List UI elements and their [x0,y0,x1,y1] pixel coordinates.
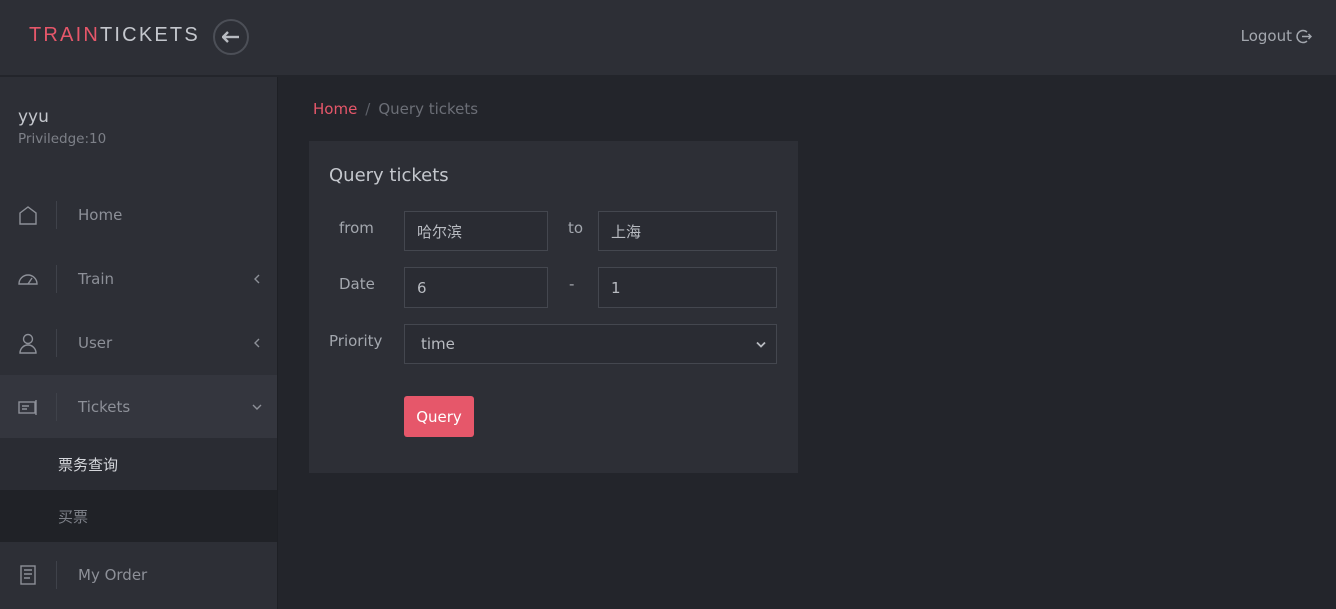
sidebar-item-tickets[interactable]: Tickets [0,375,277,439]
from-label: from [339,219,374,237]
divider [56,561,57,589]
chevron-left-icon [254,274,260,284]
day-value: 1 [611,278,621,297]
brand-rest-text: TICKETS [100,24,200,46]
sidebar-subitem-label: 票务查询 [58,455,119,474]
user-icon [19,333,37,354]
sidebar-border [277,77,278,609]
sidebar-item-label: User [78,334,113,352]
month-value: 6 [417,278,427,297]
divider [56,201,57,229]
brand-accent-text: TRAIN [29,24,100,46]
date-label: Date [339,275,375,293]
chevron-down-icon [756,341,766,348]
date-separator: - [569,275,575,293]
chevron-left-icon [254,338,260,348]
to-label: to [568,219,584,237]
divider [56,329,57,357]
sidebar-item-label: Home [78,206,123,224]
from-station-input[interactable]: 哈尔滨 [404,211,548,251]
breadcrumb: Home / Query tickets [313,100,478,118]
month-input[interactable]: 6 [404,267,548,308]
sidebar-item-home[interactable]: Home [0,183,277,247]
breadcrumb-separator: / [365,100,371,118]
user-profile: yyu Priviledge:10 [18,107,106,147]
query-tickets-panel: Query tickets from 哈尔滨 to 上海 Date 6 - 1 … [309,141,798,473]
sidebar-item-train[interactable]: Train [0,247,277,311]
sidebar-subitem-query[interactable]: 票务查询 [0,438,277,490]
day-input[interactable]: 1 [598,267,777,308]
brand-logo[interactable]: TRAINTICKETS [29,24,200,47]
panel-title: Query tickets [329,165,449,186]
to-station-input[interactable]: 上海 [598,211,777,251]
sidebar-toggle-button[interactable] [213,19,249,55]
divider [56,265,57,293]
breadcrumb-home-link[interactable]: Home [313,100,357,118]
logout-icon [1296,29,1312,43]
sidebar-item-label: Tickets [78,398,131,416]
priority-value: time [421,335,455,353]
top-header: TRAINTICKETS Logout [0,0,1336,76]
speedometer-icon [18,274,38,285]
user-name: yyu [18,107,49,127]
priority-select[interactable]: time [404,324,777,364]
sidebar: yyu Priviledge:10 Home Train User Ticket… [0,77,277,609]
to-station-value: 上海 [611,222,642,241]
chevron-down-icon [252,404,262,410]
ticket-icon [18,400,37,415]
logout-button[interactable]: Logout [1241,27,1312,45]
arrow-left-icon [222,31,239,43]
order-icon [20,565,36,585]
logout-label: Logout [1240,27,1292,45]
sidebar-item-label: My Order [78,566,148,584]
sidebar-item-my-order[interactable]: My Order [0,543,277,607]
sidebar-subitem-label: 买票 [58,507,89,526]
priority-label: Priority [329,332,383,350]
from-station-value: 哈尔滨 [417,222,463,241]
query-button[interactable]: Query [404,396,474,437]
sidebar-item-user[interactable]: User [0,311,277,375]
divider [56,393,57,421]
home-icon [19,206,37,225]
sidebar-item-label: Train [78,270,114,288]
breadcrumb-current: Query tickets [378,100,479,118]
sidebar-subitem-buy[interactable]: 买票 [0,490,277,542]
user-privilege: Priviledge:10 [18,131,107,147]
